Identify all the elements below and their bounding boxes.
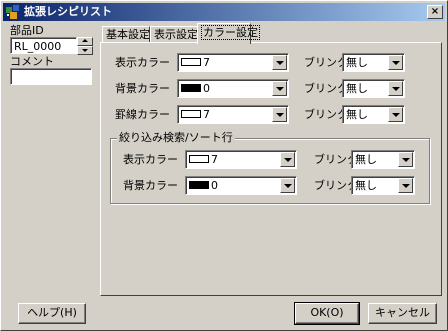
part-id-field[interactable]: RL_0000 bbox=[10, 37, 77, 54]
color-value: 7 bbox=[203, 56, 210, 69]
group-title: 絞り込み検索/ソート行 bbox=[117, 131, 235, 144]
group-display-blink-select[interactable]: 無し bbox=[351, 150, 415, 169]
chevron-down-icon[interactable] bbox=[388, 107, 403, 122]
chevron-down-icon[interactable] bbox=[388, 55, 403, 70]
part-id-spinner[interactable] bbox=[77, 37, 93, 55]
part-id-value: RL_0000 bbox=[14, 40, 62, 53]
chevron-down-icon[interactable] bbox=[388, 81, 403, 96]
group-background-blink-select[interactable]: 無し bbox=[351, 176, 415, 195]
chevron-down-icon[interactable] bbox=[280, 178, 295, 193]
chevron-down-icon[interactable] bbox=[280, 152, 295, 167]
close-icon: × bbox=[430, 6, 440, 17]
cancel-button[interactable]: キャンセル bbox=[368, 303, 437, 324]
tab-label: 基本設定 bbox=[106, 28, 150, 41]
blink-value: 無し bbox=[355, 153, 377, 166]
window-title: 拡張レシピリスト bbox=[24, 5, 112, 18]
display-blink-select[interactable]: 無し bbox=[342, 53, 405, 72]
background-color-select[interactable]: 0 bbox=[177, 79, 289, 98]
border-blink-select[interactable]: 無し bbox=[342, 105, 405, 124]
color-value: 0 bbox=[203, 82, 210, 95]
group-display-color-select[interactable]: 7 bbox=[185, 150, 297, 169]
chevron-down-icon[interactable] bbox=[398, 152, 413, 167]
tab-label: カラー設定 bbox=[201, 25, 260, 40]
chevron-down-icon[interactable] bbox=[272, 107, 287, 122]
chevron-down-icon[interactable] bbox=[272, 81, 287, 96]
group-background-color-label: 背景カラー bbox=[123, 179, 178, 192]
blink-value: 無し bbox=[346, 82, 368, 95]
app-icon bbox=[6, 5, 19, 19]
chevron-down-icon[interactable] bbox=[272, 55, 287, 70]
comment-field[interactable] bbox=[10, 68, 92, 85]
part-id-label: 部品ID bbox=[10, 24, 44, 37]
tab-color-settings[interactable]: カラー設定 bbox=[197, 23, 260, 44]
border-color-label: 罫線カラー bbox=[115, 108, 170, 121]
color-swatch bbox=[181, 110, 201, 118]
color-value: 7 bbox=[203, 108, 210, 121]
help-button[interactable]: ヘルプ(H) bbox=[18, 303, 86, 324]
spin-up-icon[interactable] bbox=[77, 37, 93, 46]
background-blink-select[interactable]: 無し bbox=[342, 79, 405, 98]
background-color-label: 背景カラー bbox=[115, 82, 170, 95]
border-color-select[interactable]: 7 bbox=[177, 105, 289, 124]
chevron-down-icon[interactable] bbox=[398, 178, 413, 193]
display-color-label: 表示カラー bbox=[115, 56, 170, 69]
group-background-color-select[interactable]: 0 bbox=[185, 176, 297, 195]
spin-down-icon[interactable] bbox=[77, 46, 93, 55]
ok-button[interactable]: OK(O) bbox=[294, 302, 360, 325]
tab-label: 表示設定 bbox=[154, 28, 198, 41]
dialog-window: 拡張レシピリスト × 部品ID RL_0000 コメント 基本設定 表示設定 カ… bbox=[0, 0, 448, 331]
group-display-color-label: 表示カラー bbox=[123, 153, 178, 166]
color-swatch bbox=[181, 58, 201, 66]
color-swatch bbox=[181, 84, 201, 92]
tab-basic-settings[interactable]: 基本設定 bbox=[102, 26, 150, 43]
blink-value: 無し bbox=[346, 108, 368, 121]
blink-value: 無し bbox=[355, 179, 377, 192]
comment-label: コメント bbox=[10, 55, 54, 68]
color-value: 0 bbox=[211, 179, 218, 192]
title-bar[interactable]: 拡張レシピリスト × bbox=[3, 3, 445, 21]
tab-display-settings[interactable]: 表示設定 bbox=[150, 26, 198, 43]
display-color-select[interactable]: 7 bbox=[177, 53, 289, 72]
color-swatch bbox=[189, 181, 209, 189]
blink-value: 無し bbox=[346, 56, 368, 69]
close-button[interactable]: × bbox=[427, 5, 443, 19]
color-value: 7 bbox=[211, 153, 218, 166]
color-swatch bbox=[189, 155, 209, 163]
